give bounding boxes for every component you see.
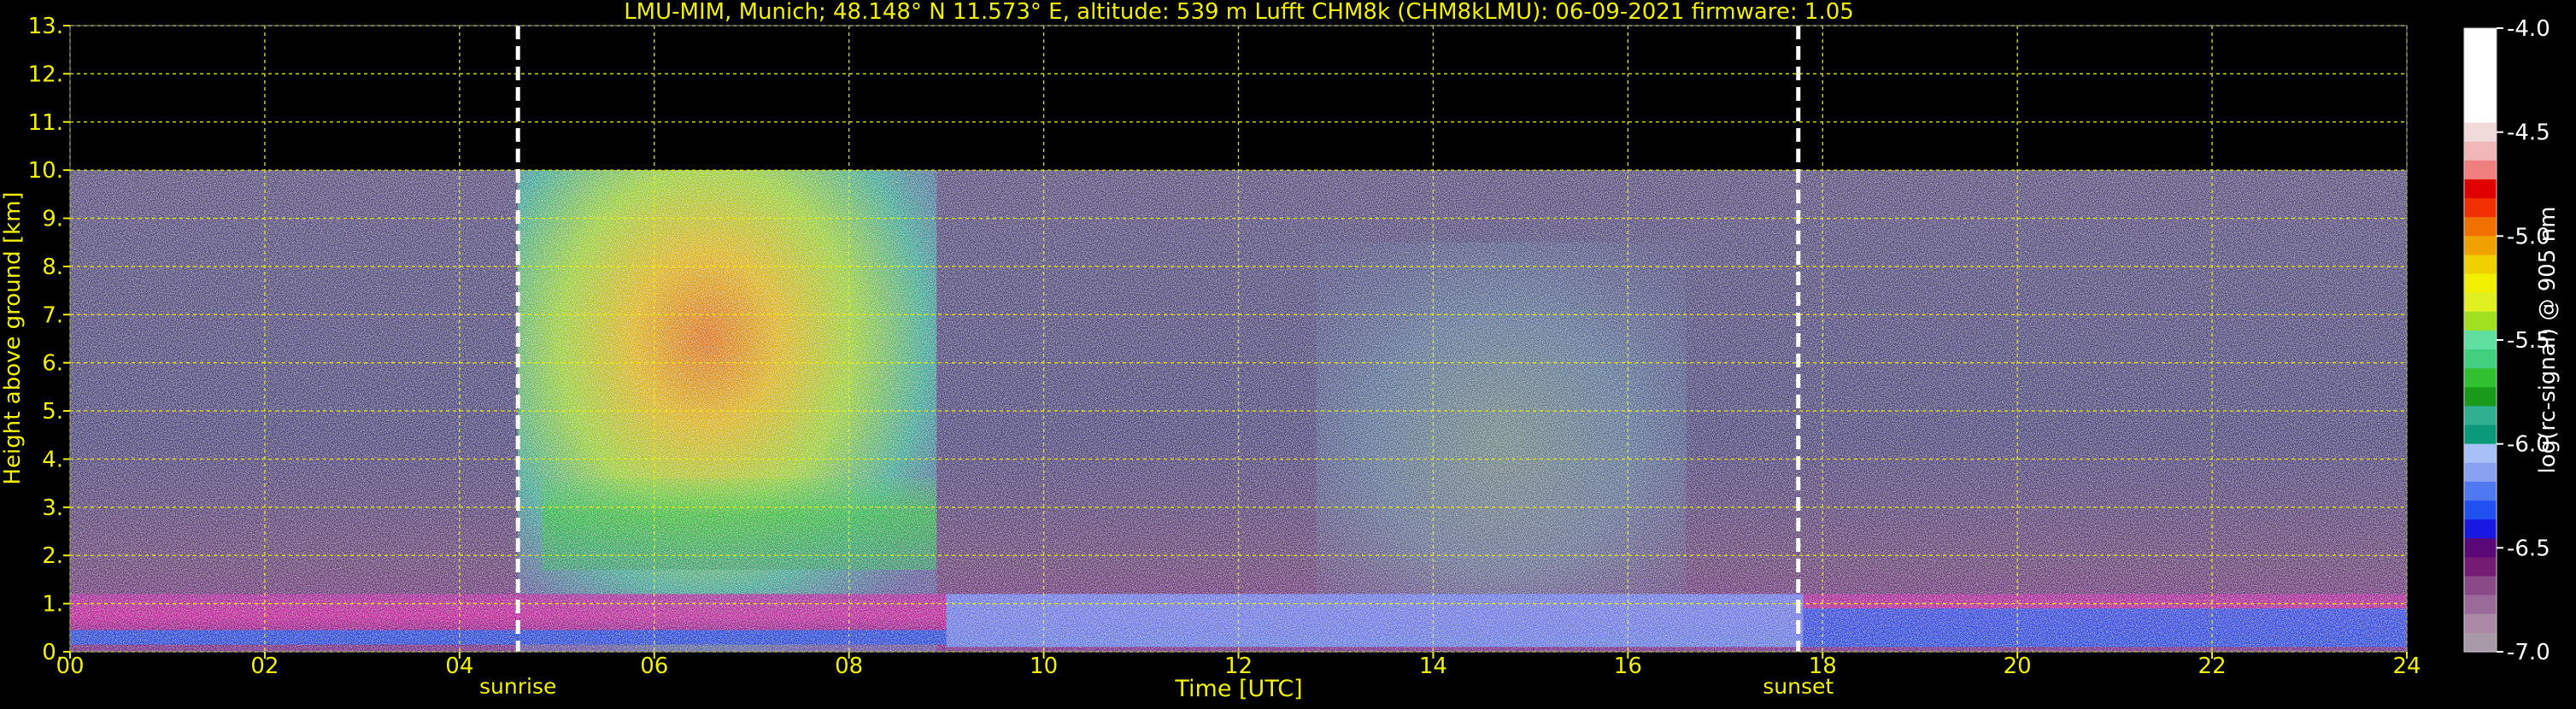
colorbar-segment bbox=[2464, 292, 2497, 313]
colorbar-segment bbox=[2464, 462, 2497, 483]
colorbar-segment bbox=[2464, 519, 2497, 539]
y-tick-label: 2. bbox=[42, 543, 63, 569]
y-tick-label: 5. bbox=[42, 399, 63, 425]
colorbar-segment bbox=[2464, 273, 2497, 294]
colorbar-segment bbox=[2464, 501, 2497, 520]
x-tick-label: 06 bbox=[640, 653, 668, 679]
colorbar-segment bbox=[2464, 103, 2497, 124]
colorbar-label: log(rc-signal) @ 905 nm bbox=[2535, 207, 2561, 474]
x-tick-label: 14 bbox=[1419, 653, 1447, 679]
colorbar-tick-label: -4.0 bbox=[2507, 16, 2550, 42]
y-tick-label: 1. bbox=[42, 592, 63, 618]
colorbar-segment bbox=[2464, 122, 2497, 143]
x-tick-label: 18 bbox=[1809, 653, 1837, 679]
colorbar-segment bbox=[2464, 236, 2497, 256]
y-tick-label: 11. bbox=[28, 110, 63, 136]
colorbar-segment bbox=[2464, 557, 2497, 577]
colorbar-segment bbox=[2464, 632, 2497, 653]
colorbar-segment bbox=[2464, 141, 2497, 161]
colorbar-tick-label: -7.0 bbox=[2507, 640, 2550, 665]
colorbar-segment bbox=[2464, 595, 2497, 615]
chart-title: LMU-MIM, Munich; 48.148° N 11.573° E, al… bbox=[624, 0, 1854, 25]
colorbar-tick-label: -4.5 bbox=[2507, 120, 2550, 146]
colorbar-tick-label: -6.5 bbox=[2507, 536, 2550, 561]
y-tick-label: 6. bbox=[42, 351, 63, 377]
x-tick-label: 02 bbox=[250, 653, 279, 679]
colorbar-segment bbox=[2464, 160, 2497, 180]
colorbar-segment bbox=[2464, 255, 2497, 275]
x-tick-label: 04 bbox=[445, 653, 473, 679]
y-tick-label: 0. bbox=[42, 640, 63, 665]
chart-svg: sunrise sunset00 02 04 06 08 10 12 14 16 18 20 22 240… bbox=[0, 0, 2561, 702]
colorbar-segment bbox=[2464, 47, 2497, 67]
colorbar-segment bbox=[2464, 198, 2497, 218]
x-tick-label: 16 bbox=[1614, 653, 1642, 679]
colorbar-segment bbox=[2464, 330, 2497, 350]
y-tick-label: 9. bbox=[42, 207, 63, 232]
x-tick-label: 20 bbox=[2004, 653, 2032, 679]
colorbar-segment bbox=[2464, 217, 2497, 237]
y-tick-label: 7. bbox=[42, 302, 63, 328]
colorbar-segment bbox=[2464, 66, 2497, 85]
colorbar-segment bbox=[2464, 387, 2497, 407]
y-tick-label: 10. bbox=[28, 158, 63, 184]
colorbar-segment bbox=[2464, 481, 2497, 501]
colorbar-segment bbox=[2464, 28, 2497, 48]
colorbar-segment bbox=[2464, 443, 2497, 464]
colorbar-segment bbox=[2464, 406, 2497, 426]
colorbar-segment bbox=[2464, 613, 2497, 634]
x-tick-label: 24 bbox=[2392, 653, 2421, 679]
colorbar-segment bbox=[2464, 538, 2497, 558]
colorbar-segment bbox=[2464, 311, 2497, 331]
colorbar-segment bbox=[2464, 349, 2497, 369]
x-tick-label: 22 bbox=[2198, 653, 2227, 679]
y-tick-label: 13. bbox=[28, 14, 63, 39]
x-axis-label: Time [UTC] bbox=[1174, 676, 1302, 702]
y-tick-label: 12. bbox=[28, 62, 63, 87]
colorbar-segment bbox=[2464, 425, 2497, 445]
colorbar-segment bbox=[2464, 85, 2497, 105]
x-tick-label: 10 bbox=[1030, 653, 1058, 679]
y-tick-label: 8. bbox=[42, 255, 63, 280]
sunrise-label: sunrise bbox=[479, 674, 556, 699]
ceilometer-chart: sunrise sunset 00 02 04 06 08 10 12 14 16 18 20 22 24 0… bbox=[0, 0, 2576, 706]
y-tick-label: 4. bbox=[42, 447, 63, 472]
y-tick-label: 3. bbox=[42, 495, 63, 521]
colorbar-segment bbox=[2464, 368, 2497, 388]
x-tick-label: 08 bbox=[835, 653, 863, 679]
colorbar-segment bbox=[2464, 576, 2497, 596]
y-axis-label: Height above ground [km] bbox=[0, 191, 26, 484]
colorbar-segment bbox=[2464, 179, 2497, 199]
